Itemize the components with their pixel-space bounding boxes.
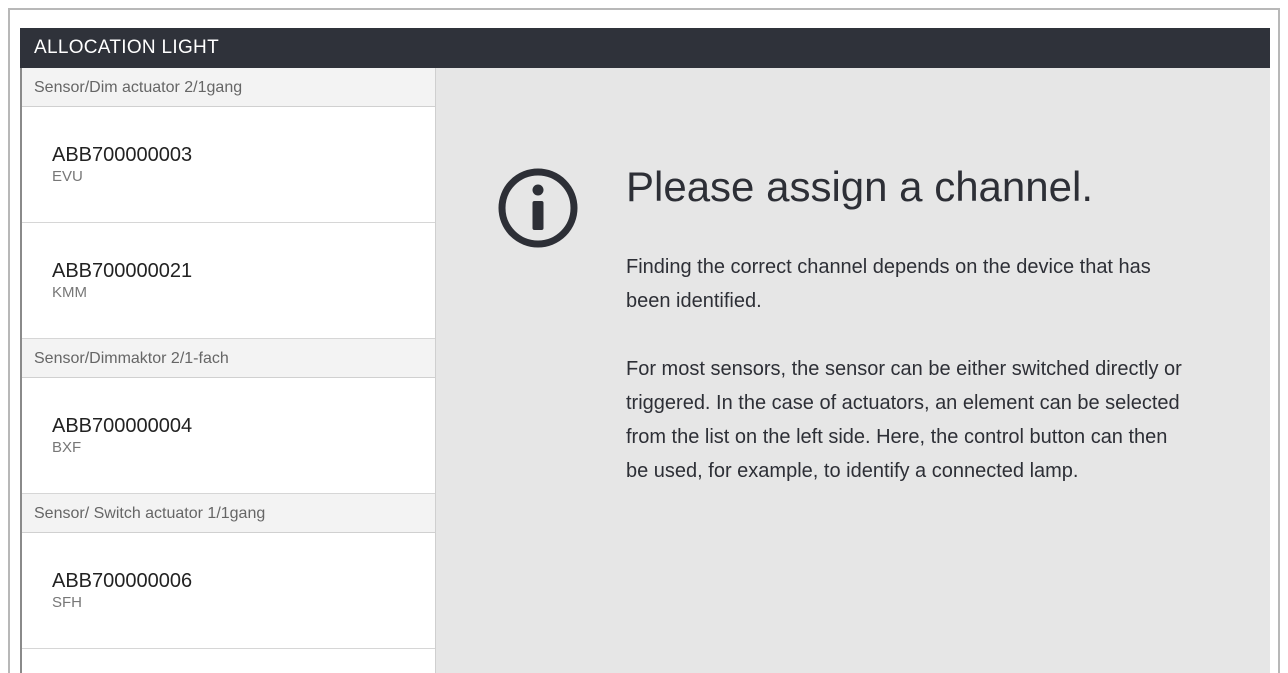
device-subtitle: SFH: [52, 593, 82, 611]
device-id: ABB700000021: [52, 259, 193, 282]
device-id: ABB700000003: [52, 143, 193, 166]
group-header: Sensor/ Switch actuator 1/1gang: [22, 494, 435, 533]
page-title: Please assign a channel.: [626, 163, 1093, 210]
info-text: Finding the correct channel depends on t…: [626, 250, 1186, 522]
group-header: Sensor/Dimmaktor 2/1-fach: [22, 339, 435, 378]
device-id: ABB700000004: [52, 414, 193, 437]
device-item-abb700000006[interactable]: ABB700000006 SFH: [22, 533, 435, 649]
device-subtitle: BXF: [52, 438, 82, 456]
info-panel: Please assign a channel. Finding the cor…: [436, 68, 1270, 673]
device-item-abb700000003[interactable]: ABB700000003 EVU: [22, 107, 435, 223]
device-id: ABB700000006: [52, 569, 193, 592]
info-paragraph: Finding the correct channel depends on t…: [626, 256, 1151, 312]
device-item-abb700000004[interactable]: ABB700000004 BXF: [22, 378, 435, 494]
device-subtitle: KMM: [52, 283, 87, 301]
info-paragraph: For most sensors, the sensor can be eith…: [626, 358, 1182, 482]
window-title: ALLOCATION LIGHT: [20, 28, 1270, 68]
info-icon: [498, 168, 578, 248]
device-list-sidebar[interactable]: Sensor/Dim actuator 2/1gang ABB700000003…: [20, 68, 436, 673]
device-subtitle: EVU: [52, 167, 83, 185]
device-item-abb700000021[interactable]: ABB700000021 KMM: [22, 223, 435, 339]
group-header: Sensor/Dim actuator 2/1gang: [22, 68, 435, 107]
allocation-light-window: ALLOCATION LIGHT Sensor/Dim actuator 2/1…: [20, 28, 1270, 673]
